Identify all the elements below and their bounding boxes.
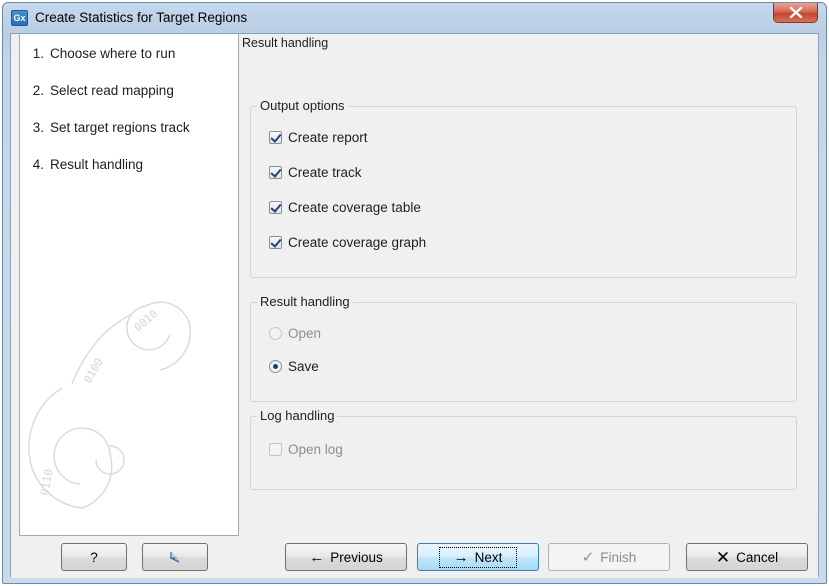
page-title: Result handling [242,36,329,50]
create-coverage-table-checkbox[interactable]: Create coverage table [269,197,421,217]
checkbox-label: Create track [288,164,362,180]
step-label: Choose where to run [50,46,176,61]
x-icon: ✕ [715,547,731,567]
help-button[interactable]: ? [61,543,127,571]
reset-button[interactable] [142,543,208,571]
svg-text:0010: 0010 [132,307,161,334]
content-panel: Result handling Output options Create re… [240,34,820,536]
open-log-checkbox[interactable]: Open log [269,439,343,459]
step-item-1: 1. Choose where to run [20,46,190,83]
dialog-window: Gx Create Statistics for Target Regions … [2,2,827,584]
reset-arrow-icon [170,552,180,563]
create-report-checkbox[interactable]: Create report [269,127,368,147]
step-item-2: 2. Select read mapping [20,83,190,120]
svg-text:0100: 0100 [81,356,106,385]
close-button[interactable] [773,3,818,23]
radio-label: Save [288,358,319,374]
step-label: Set target regions track [50,120,190,135]
previous-label: Previous [330,549,383,565]
checkbox-box[interactable] [269,442,282,456]
app-icon: Gx [11,10,28,26]
checkbox-box[interactable] [269,165,282,179]
create-track-checkbox[interactable]: Create track [269,162,362,182]
button-bar: ? ← Previous → Next ✓ Finish ✕ Cancel [11,536,818,578]
dialog-body: 1. Choose where to run 2. Select read mapp… [10,33,820,578]
step-item-3: 3. Set target regions track [20,120,190,157]
step-label: Result handling [50,157,144,172]
result-handling-group: Result handling Open Save [250,294,797,402]
previous-button[interactable]: ← Previous [285,543,407,571]
radio-label: Open [288,325,322,341]
checkbox-box[interactable] [269,130,282,144]
checkbox-label: Create coverage table [288,199,421,215]
svg-text:0110: 0110 [38,468,55,496]
log-handling-group: Log handling Open log [250,408,797,490]
radio-circle[interactable] [269,326,282,340]
arrow-left-icon: ← [309,548,325,566]
close-icon [789,7,803,18]
steps-list: 1. Choose where to run 2. Select read mapp… [20,46,190,194]
title-bar[interactable]: Gx Create Statistics for Target Regions [3,3,826,33]
checkmark-icon: ✓ [581,548,595,566]
arrow-right-icon: → [453,548,469,566]
open-radio[interactable]: Open [269,323,321,343]
checkbox-label: Create report [288,129,368,145]
help-label: ? [90,549,98,565]
step-number: 2. [32,83,44,98]
steps-panel: 1. Choose where to run 2. Select read mapp… [19,34,239,536]
checkbox-box[interactable] [269,235,282,249]
step-number: 4. [32,157,44,172]
group-title: Result handling [257,294,353,309]
finish-label: Finish [600,549,637,565]
step-number: 3. [32,120,44,135]
next-label: Next [474,549,503,565]
cancel-label: Cancel [736,549,779,565]
create-coverage-graph-checkbox[interactable]: Create coverage graph [269,232,426,252]
group-title: Log handling [257,408,338,423]
checkbox-label: Open log [288,441,343,457]
save-radio[interactable]: Save [269,356,319,376]
step-item-4: 4. Result handling [20,157,190,194]
decorative-spiral-watermark: 0010 0100 0110 [28,301,192,509]
radio-circle[interactable] [269,359,282,373]
output-options-group: Output options Create report Create trac… [250,98,797,278]
step-number: 1. [32,46,44,61]
cancel-button[interactable]: ✕ Cancel [686,543,808,571]
step-label: Select read mapping [50,83,174,98]
checkbox-box[interactable] [269,200,282,214]
finish-button[interactable]: ✓ Finish [548,543,670,571]
checkbox-label: Create coverage graph [288,234,427,250]
next-button[interactable]: → Next [417,543,539,571]
next-focus-ring: → Next [438,546,518,568]
window-title: Create Statistics for Target Regions [35,10,248,25]
group-title: Output options [257,98,348,113]
